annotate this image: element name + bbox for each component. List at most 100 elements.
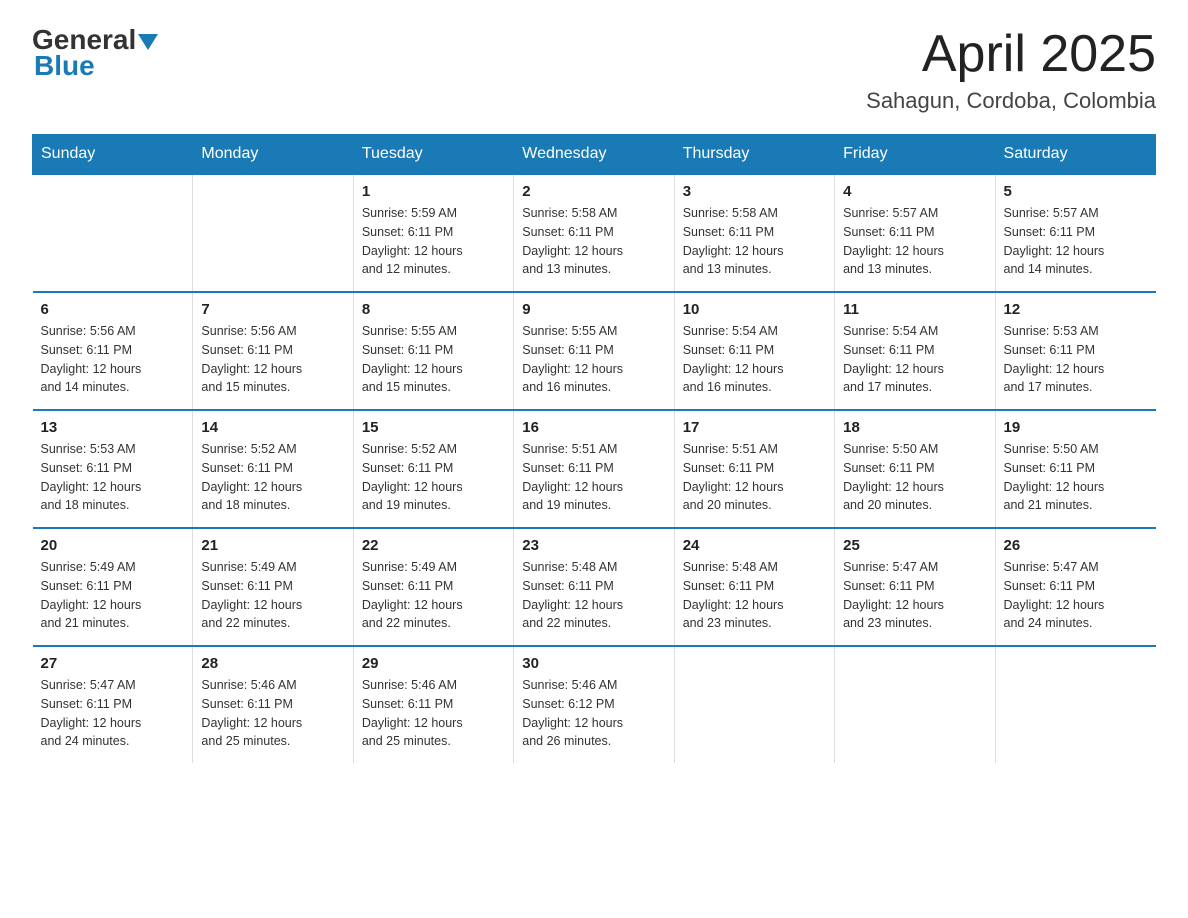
- day-info: Sunrise: 5:47 AM Sunset: 6:11 PM Dayligh…: [41, 676, 185, 751]
- day-number: 4: [843, 183, 986, 200]
- day-info: Sunrise: 5:51 AM Sunset: 6:11 PM Dayligh…: [522, 440, 665, 515]
- calendar-cell: 28Sunrise: 5:46 AM Sunset: 6:11 PM Dayli…: [193, 646, 353, 763]
- day-number: 20: [41, 537, 185, 554]
- day-info: Sunrise: 5:49 AM Sunset: 6:11 PM Dayligh…: [362, 558, 505, 633]
- day-info: Sunrise: 5:57 AM Sunset: 6:11 PM Dayligh…: [843, 204, 986, 279]
- day-number: 1: [362, 183, 505, 200]
- calendar-cell: [674, 646, 834, 763]
- day-info: Sunrise: 5:59 AM Sunset: 6:11 PM Dayligh…: [362, 204, 505, 279]
- calendar-cell: 13 Sunrise: 5:53 AM Sunset: 6:11 PM Dayli…: [33, 410, 193, 528]
- day-info: Sunrise: 5:54 AM Sunset: 6:11 PM Dayligh…: [843, 322, 986, 397]
- calendar-cell: 23Sunrise: 5:48 AM Sunset: 6:11 PM Dayli…: [514, 528, 674, 646]
- calendar-cell: 25 Sunrise: 5:47 AM Sunset: 6:11 PM Dayli…: [835, 528, 995, 646]
- day-number: 10: [683, 301, 826, 318]
- calendar-week-4: 20 Sunrise: 5:49 AM Sunset: 6:11 PM Dayli…: [33, 528, 1156, 646]
- calendar-cell: 11 Sunrise: 5:54 AM Sunset: 6:11 PM Dayli…: [835, 292, 995, 410]
- calendar-cell: [33, 174, 193, 292]
- day-info: Sunrise: 5:52 AM Sunset: 6:11 PM Dayligh…: [201, 440, 344, 515]
- day-number: 13: [41, 419, 185, 436]
- weekday-header-sunday: Sunday: [33, 135, 193, 175]
- calendar-cell: 24 Sunrise: 5:48 AM Sunset: 6:11 PM Dayli…: [674, 528, 834, 646]
- calendar-cell: 16 Sunrise: 5:51 AM Sunset: 6:11 PM Dayli…: [514, 410, 674, 528]
- calendar-cell: 2 Sunrise: 5:58 AM Sunset: 6:11 PM Daylig…: [514, 174, 674, 292]
- day-info: Sunrise: 5:53 AM Sunset: 6:11 PM Dayligh…: [41, 440, 185, 515]
- calendar-cell: [995, 646, 1155, 763]
- day-info: Sunrise: 5:56 AM Sunset: 6:11 PM Dayligh…: [201, 322, 344, 397]
- day-number: 24: [683, 537, 826, 554]
- day-number: 7: [201, 301, 344, 318]
- calendar-cell: 22Sunrise: 5:49 AM Sunset: 6:11 PM Dayli…: [353, 528, 513, 646]
- day-number: 6: [41, 301, 185, 318]
- calendar-cell: 20 Sunrise: 5:49 AM Sunset: 6:11 PM Dayli…: [33, 528, 193, 646]
- day-number: 17: [683, 419, 826, 436]
- day-number: 25: [843, 537, 986, 554]
- day-info: Sunrise: 5:50 AM Sunset: 6:11 PM Dayligh…: [843, 440, 986, 515]
- day-number: 5: [1004, 183, 1148, 200]
- day-info: Sunrise: 5:50 AM Sunset: 6:11 PM Dayligh…: [1004, 440, 1148, 515]
- day-info: Sunrise: 5:48 AM Sunset: 6:11 PM Dayligh…: [683, 558, 826, 633]
- day-number: 2: [522, 183, 665, 200]
- calendar-cell: 29Sunrise: 5:46 AM Sunset: 6:11 PM Dayli…: [353, 646, 513, 763]
- weekday-header-thursday: Thursday: [674, 135, 834, 175]
- calendar-week-3: 13 Sunrise: 5:53 AM Sunset: 6:11 PM Dayli…: [33, 410, 1156, 528]
- calendar-cell: 27Sunrise: 5:47 AM Sunset: 6:11 PM Dayli…: [33, 646, 193, 763]
- calendar-cell: 10Sunrise: 5:54 AM Sunset: 6:11 PM Dayli…: [674, 292, 834, 410]
- day-info: Sunrise: 5:58 AM Sunset: 6:11 PM Dayligh…: [522, 204, 665, 279]
- day-number: 16: [522, 419, 665, 436]
- weekday-header-friday: Friday: [835, 135, 995, 175]
- day-info: Sunrise: 5:53 AM Sunset: 6:11 PM Dayligh…: [1004, 322, 1148, 397]
- calendar-cell: 5 Sunrise: 5:57 AM Sunset: 6:11 PM Daylig…: [995, 174, 1155, 292]
- day-number: 9: [522, 301, 665, 318]
- weekday-header-monday: Monday: [193, 135, 353, 175]
- day-number: 15: [362, 419, 505, 436]
- calendar-cell: 30 Sunrise: 5:46 AM Sunset: 6:12 PM Dayli…: [514, 646, 674, 763]
- page-header: General Blue April 2025 Sahagun, Cordoba…: [32, 24, 1156, 114]
- calendar-cell: 19 Sunrise: 5:50 AM Sunset: 6:11 PM Dayli…: [995, 410, 1155, 528]
- day-info: Sunrise: 5:58 AM Sunset: 6:11 PM Dayligh…: [683, 204, 826, 279]
- weekday-header-saturday: Saturday: [995, 135, 1155, 175]
- calendar-cell: 9 Sunrise: 5:55 AM Sunset: 6:11 PM Daylig…: [514, 292, 674, 410]
- day-info: Sunrise: 5:55 AM Sunset: 6:11 PM Dayligh…: [362, 322, 505, 397]
- day-info: Sunrise: 5:51 AM Sunset: 6:11 PM Dayligh…: [683, 440, 826, 515]
- day-info: Sunrise: 5:47 AM Sunset: 6:11 PM Dayligh…: [843, 558, 986, 633]
- day-number: 30: [522, 655, 665, 672]
- calendar-cell: 8 Sunrise: 5:55 AM Sunset: 6:11 PM Daylig…: [353, 292, 513, 410]
- day-number: 19: [1004, 419, 1148, 436]
- calendar-cell: 7 Sunrise: 5:56 AM Sunset: 6:11 PM Daylig…: [193, 292, 353, 410]
- calendar-cell: 18 Sunrise: 5:50 AM Sunset: 6:11 PM Dayli…: [835, 410, 995, 528]
- day-number: 18: [843, 419, 986, 436]
- weekday-header-row: SundayMondayTuesdayWednesdayThursdayFrid…: [33, 135, 1156, 175]
- month-title: April 2025: [866, 24, 1156, 84]
- day-info: Sunrise: 5:55 AM Sunset: 6:11 PM Dayligh…: [522, 322, 665, 397]
- calendar-cell: 21Sunrise: 5:49 AM Sunset: 6:11 PM Dayli…: [193, 528, 353, 646]
- calendar-cell: [193, 174, 353, 292]
- calendar-cell: 17 Sunrise: 5:51 AM Sunset: 6:11 PM Dayli…: [674, 410, 834, 528]
- title-block: April 2025 Sahagun, Cordoba, Colombia: [866, 24, 1156, 114]
- calendar-cell: 4 Sunrise: 5:57 AM Sunset: 6:11 PM Daylig…: [835, 174, 995, 292]
- calendar-cell: 3Sunrise: 5:58 AM Sunset: 6:11 PM Daylig…: [674, 174, 834, 292]
- day-number: 21: [201, 537, 344, 554]
- day-info: Sunrise: 5:49 AM Sunset: 6:11 PM Dayligh…: [41, 558, 185, 633]
- calendar-cell: [835, 646, 995, 763]
- day-number: 29: [362, 655, 505, 672]
- day-info: Sunrise: 5:56 AM Sunset: 6:11 PM Dayligh…: [41, 322, 185, 397]
- calendar-cell: 1 Sunrise: 5:59 AM Sunset: 6:11 PM Daylig…: [353, 174, 513, 292]
- calendar-week-2: 6 Sunrise: 5:56 AM Sunset: 6:11 PM Daylig…: [33, 292, 1156, 410]
- day-info: Sunrise: 5:52 AM Sunset: 6:11 PM Dayligh…: [362, 440, 505, 515]
- day-number: 11: [843, 301, 986, 318]
- weekday-header-tuesday: Tuesday: [353, 135, 513, 175]
- day-number: 12: [1004, 301, 1148, 318]
- day-number: 14: [201, 419, 344, 436]
- calendar-cell: 26Sunrise: 5:47 AM Sunset: 6:11 PM Dayli…: [995, 528, 1155, 646]
- calendar-cell: 6 Sunrise: 5:56 AM Sunset: 6:11 PM Daylig…: [33, 292, 193, 410]
- calendar-cell: 15 Sunrise: 5:52 AM Sunset: 6:11 PM Dayli…: [353, 410, 513, 528]
- calendar-table: SundayMondayTuesdayWednesdayThursdayFrid…: [32, 134, 1156, 763]
- logo-triangle-icon: [138, 34, 158, 50]
- day-info: Sunrise: 5:46 AM Sunset: 6:11 PM Dayligh…: [201, 676, 344, 751]
- day-info: Sunrise: 5:57 AM Sunset: 6:11 PM Dayligh…: [1004, 204, 1148, 279]
- calendar-week-5: 27Sunrise: 5:47 AM Sunset: 6:11 PM Dayli…: [33, 646, 1156, 763]
- day-number: 8: [362, 301, 505, 318]
- day-info: Sunrise: 5:46 AM Sunset: 6:12 PM Dayligh…: [522, 676, 665, 751]
- logo: General Blue: [32, 24, 160, 82]
- weekday-header-wednesday: Wednesday: [514, 135, 674, 175]
